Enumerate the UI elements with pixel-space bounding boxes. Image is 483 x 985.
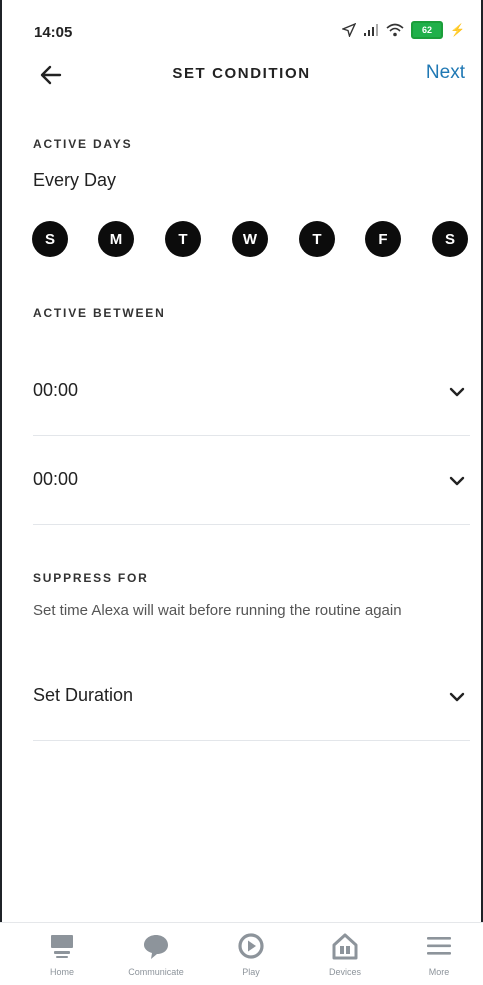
menu-icon	[427, 937, 451, 955]
play-icon	[238, 933, 264, 959]
chevron-down-icon	[449, 692, 465, 702]
suppress-duration-value: Set Duration	[33, 685, 134, 705]
nav-devices[interactable]: Devices	[297, 923, 393, 985]
nav-play-label: Play	[242, 967, 260, 977]
battery-level: 62	[422, 25, 433, 35]
app-header: SET CONDITION Next	[0, 52, 483, 96]
nav-home[interactable]: Home	[14, 923, 110, 985]
signal-icon	[364, 24, 379, 36]
nav-devices-label: Devices	[328, 967, 361, 977]
page-title: SET CONDITION	[172, 65, 311, 82]
active-days-value[interactable]: Every Day	[33, 170, 116, 191]
next-button[interactable]: Next	[426, 62, 465, 84]
bottom-navigation: Home Communicate Play Devices More	[0, 922, 483, 985]
location-arrow-icon	[342, 23, 357, 37]
day-wednesday-button[interactable]: W	[232, 221, 268, 257]
start-time-dropdown[interactable]: 00:00	[33, 347, 470, 436]
suppress-for-label: SUPPRESS FOR	[33, 571, 149, 585]
day-friday-button[interactable]: F	[365, 221, 401, 257]
home-icon	[51, 935, 73, 958]
active-days-label: ACTIVE DAYS	[33, 137, 133, 151]
nav-home-label: Home	[49, 967, 74, 977]
suppress-duration-dropdown[interactable]: Set Duration	[33, 652, 470, 741]
day-monday-button[interactable]: M	[98, 221, 134, 257]
chevron-down-icon	[449, 476, 465, 486]
start-time-value: 00:00	[33, 380, 79, 400]
devices-icon	[332, 933, 358, 960]
active-between-label: ACTIVE BETWEEN	[33, 306, 166, 320]
nav-more[interactable]: More	[391, 923, 483, 985]
day-saturday-button[interactable]: S	[432, 221, 468, 257]
day-selector: S M T W T F S	[32, 221, 472, 259]
nav-communicate-label: Communicate	[128, 967, 184, 977]
day-sunday-button[interactable]: S	[32, 221, 68, 257]
nav-more-label: More	[428, 967, 450, 977]
suppress-helper-text: Set time Alexa will wait before running …	[33, 602, 402, 619]
end-time-dropdown[interactable]: 00:00	[33, 436, 470, 525]
status-time: 14:05	[34, 24, 73, 41]
status-icons: 62 ⚡	[342, 21, 465, 39]
nav-communicate[interactable]: Communicate	[108, 923, 204, 985]
status-bar: 14:05 62 ⚡	[0, 0, 483, 52]
day-thursday-button[interactable]: T	[299, 221, 335, 257]
chevron-down-icon	[449, 387, 465, 397]
wifi-icon	[386, 23, 404, 37]
end-time-value: 00:00	[33, 469, 79, 489]
charging-icon: ⚡	[450, 23, 465, 37]
chat-bubble-icon	[144, 935, 168, 959]
nav-play[interactable]: Play	[203, 923, 299, 985]
battery-icon: 62	[411, 21, 444, 39]
day-tuesday-button[interactable]: T	[165, 221, 201, 257]
